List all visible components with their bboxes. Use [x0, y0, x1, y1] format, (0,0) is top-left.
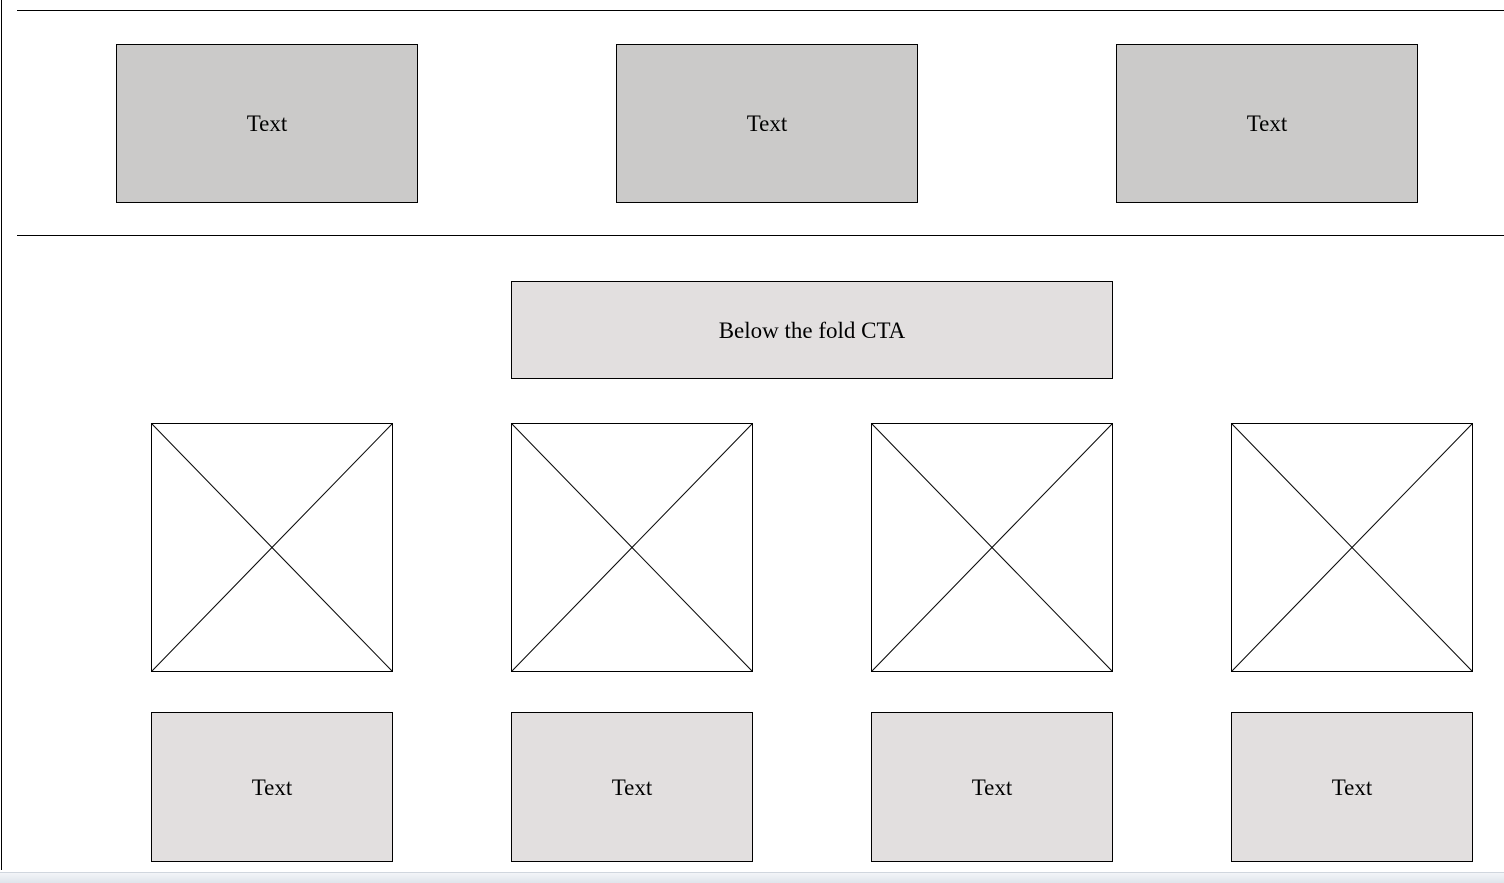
image-placeholder-icon	[512, 424, 752, 671]
image-placeholder-1	[151, 423, 393, 672]
bottom-text-box-label: Text	[971, 774, 1013, 800]
bottom-text-box-label: Text	[611, 774, 653, 800]
top-text-box-3: Text	[1116, 44, 1418, 203]
bottom-text-box-label: Text	[251, 774, 293, 800]
cta-label: Below the fold CTA	[718, 317, 906, 343]
bottom-text-box-label: Text	[1331, 774, 1373, 800]
bottom-text-box-2: Text	[511, 712, 753, 862]
top-text-box-label: Text	[246, 111, 288, 136]
image-placeholder-icon	[1232, 424, 1472, 671]
bottom-text-box-1: Text	[151, 712, 393, 862]
image-placeholder-icon	[152, 424, 392, 671]
image-placeholder-2	[511, 423, 753, 672]
bottom-text-box-4: Text	[1231, 712, 1473, 862]
top-text-box-label: Text	[1246, 111, 1288, 136]
top-text-box-label: Text	[746, 111, 788, 136]
top-text-box-2: Text	[616, 44, 918, 203]
image-placeholder-3	[871, 423, 1113, 672]
page-left-border	[1, 0, 2, 870]
image-placeholder-icon	[872, 424, 1112, 671]
section-divider	[17, 235, 1504, 236]
top-divider	[17, 10, 1504, 11]
bottom-text-box-3: Text	[871, 712, 1113, 862]
top-text-box-1: Text	[116, 44, 418, 203]
below-fold-cta-button[interactable]: Below the fold CTA	[511, 281, 1113, 379]
horizontal-scrollbar[interactable]	[0, 872, 1504, 883]
image-placeholder-4	[1231, 423, 1473, 672]
